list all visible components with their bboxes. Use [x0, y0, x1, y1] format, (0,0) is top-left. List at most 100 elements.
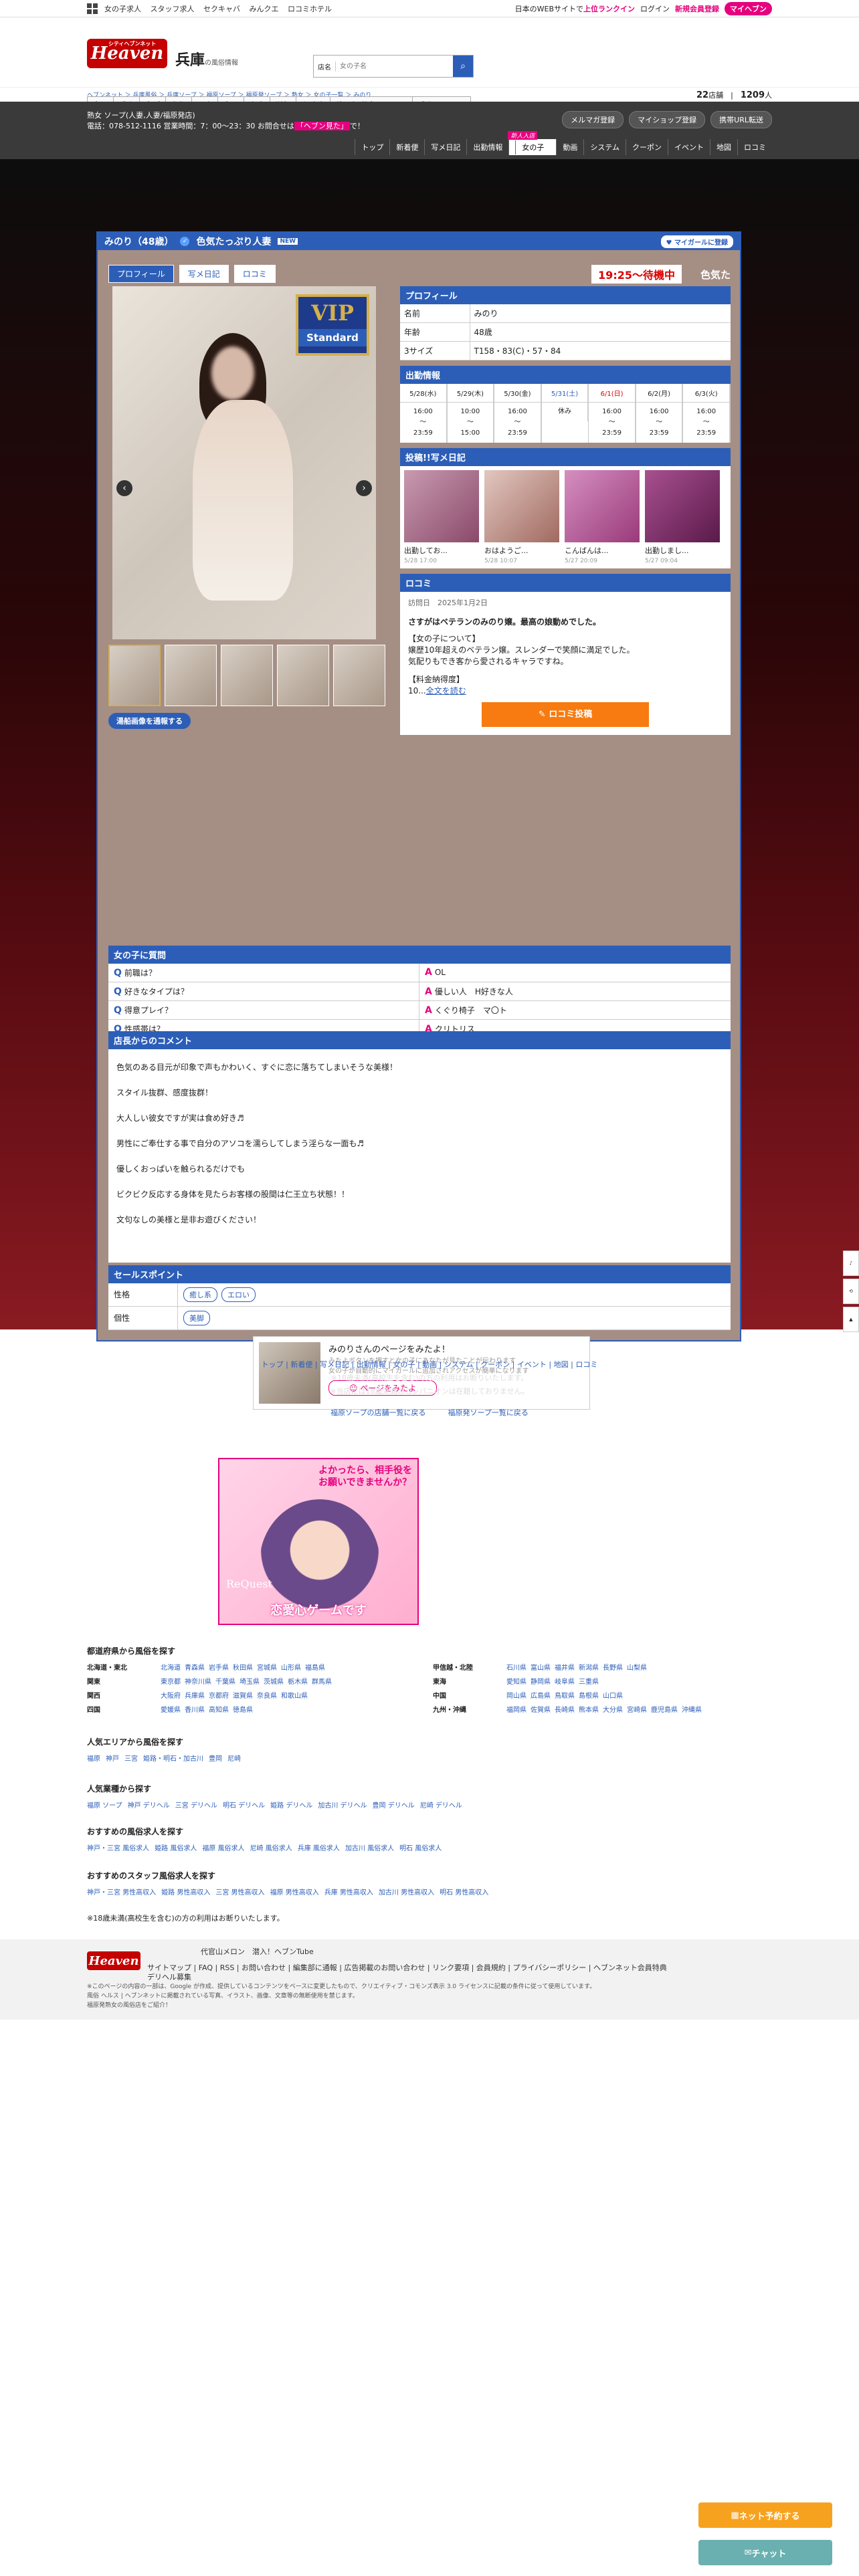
pref-link[interactable]: 長崎県 — [555, 1707, 575, 1714]
pref-link[interactable]: 鳥取県 — [555, 1693, 575, 1700]
mygirl-button[interactable]: ♥ マイガールに登録 — [660, 235, 733, 248]
area-link[interactable]: 姫路・明石・加古川 — [143, 1755, 203, 1763]
job-link[interactable]: 明石 風俗求人 — [399, 1845, 442, 1852]
staff-job-link[interactable]: 福原 男性高収入 — [270, 1889, 319, 1897]
pref-link[interactable]: 佐賀県 — [531, 1707, 551, 1714]
myshop-button[interactable]: マイショップ登録 — [629, 111, 706, 128]
float-top-icon[interactable]: ▲ — [843, 1307, 859, 1332]
area-link[interactable]: 尼崎 — [227, 1755, 241, 1763]
pref-link[interactable]: 愛知県 — [506, 1679, 527, 1686]
pref-link[interactable]: 岩手県 — [209, 1665, 229, 1672]
pref-link[interactable]: 高知県 — [209, 1707, 229, 1714]
pref-link[interactable]: 岡山県 — [506, 1693, 527, 1700]
ad-banner[interactable]: よかったら、相手役をお願いできませんか？ ReQuest 恋愛心ゲームです — [218, 1458, 419, 1625]
pref-link[interactable]: 群馬県 — [312, 1679, 332, 1686]
tab-review[interactable]: ロコミ — [737, 139, 772, 155]
float-bell-icon[interactable]: ♪ — [843, 1251, 859, 1276]
pref-link[interactable]: 福岡県 — [506, 1707, 527, 1714]
pref-link[interactable]: 神奈川県 — [185, 1679, 211, 1686]
tab-system[interactable]: システム — [583, 139, 626, 155]
tab-video[interactable]: 動画 — [556, 139, 583, 155]
thumbnail[interactable] — [165, 645, 217, 706]
heaven-logo[interactable]: シティヘブンネット Heaven — [87, 39, 167, 68]
diary-item[interactable]: おはようご... 5/28 10:07 — [484, 470, 559, 564]
staff-job-link[interactable]: 神戸・三宮 男性高収入 — [87, 1889, 156, 1897]
genre-link[interactable]: 福原 ソープ — [87, 1802, 122, 1810]
diary-item[interactable]: 出勤してお... 5/28 17:00 — [404, 470, 479, 564]
back-to-shops-link[interactable]: 福原ソープの店舗一覧に戻る — [330, 1408, 425, 1417]
genre-link[interactable]: 神戸 デリヘル — [128, 1802, 170, 1810]
staff-job-link[interactable]: 三宮 男性高収入 — [215, 1889, 264, 1897]
top-link-4[interactable]: ロコミホテル — [288, 5, 332, 13]
job-link[interactable]: 尼崎 風俗求人 — [250, 1845, 292, 1852]
pref-link[interactable]: 福島県 — [305, 1665, 325, 1672]
pref-link[interactable]: 宮城県 — [257, 1665, 277, 1672]
login-link[interactable]: ログイン — [640, 3, 670, 14]
chat-button[interactable]: ✉ チャット — [698, 2540, 832, 2565]
top-link-2[interactable]: セクキャバ — [203, 5, 240, 13]
pref-link[interactable]: 兵庫県 — [185, 1693, 205, 1700]
thumbnail[interactable] — [333, 645, 385, 706]
pref-link[interactable]: 広島県 — [531, 1693, 551, 1700]
tab-coupon[interactable]: クーポン — [626, 139, 668, 155]
pref-link[interactable]: 福井県 — [555, 1665, 575, 1672]
genre-link[interactable]: 尼崎 デリヘル — [420, 1802, 462, 1810]
report-bath-button[interactable]: 湯船画像を通報する — [108, 713, 191, 729]
pref-link[interactable]: 熊本県 — [579, 1707, 599, 1714]
pref-link[interactable]: 山梨県 — [627, 1665, 647, 1672]
mailmag-button[interactable]: メルマガ登録 — [562, 111, 624, 128]
area-link[interactable]: 豊岡 — [209, 1755, 222, 1763]
top-link-0[interactable]: 女の子求人 — [104, 5, 141, 13]
staff-job-link[interactable]: 兵庫 男性高収入 — [324, 1889, 373, 1897]
prev-arrow-icon[interactable]: ‹ — [116, 480, 132, 496]
pref-link[interactable]: 秋田県 — [233, 1665, 253, 1672]
register-link[interactable]: 新規会員登録 — [675, 3, 719, 14]
pref-link[interactable]: 鹿児島県 — [651, 1707, 678, 1714]
pref-link[interactable]: 長野県 — [603, 1665, 623, 1672]
sales-chip[interactable]: 癒し系 — [183, 1287, 217, 1302]
pref-link[interactable]: 沖縄県 — [682, 1707, 702, 1714]
main-photo[interactable]: VIP Standard ‹ › — [112, 286, 376, 639]
pref-link[interactable]: 青森県 — [185, 1665, 205, 1672]
search-input[interactable] — [336, 56, 453, 77]
pref-link[interactable]: 岐阜県 — [555, 1679, 575, 1686]
area-link[interactable]: 三宮 — [124, 1755, 138, 1763]
back-to-list-link[interactable]: 福原発ソープ一覧に戻る — [448, 1408, 529, 1417]
pref-link[interactable]: 奈良県 — [257, 1693, 277, 1700]
tab-event[interactable]: イベント — [668, 139, 710, 155]
job-link[interactable]: 姫路 風俗求人 — [155, 1845, 197, 1852]
pref-link[interactable]: 静岡県 — [531, 1679, 551, 1686]
tab-girl-diary[interactable]: 写メ日記 — [179, 265, 229, 283]
job-link[interactable]: 神戸・三宮 風俗求人 — [87, 1845, 149, 1852]
tab-map[interactable]: 地図 — [710, 139, 737, 155]
footer-links[interactable]: トップ | 新着便 | 写メ日記 | 出勤情報 | 女の子 | 動画 | システ… — [0, 1359, 859, 1370]
tab-diary[interactable]: 写メ日記 — [424, 139, 466, 155]
pref-link[interactable]: 滋賀県 — [233, 1693, 253, 1700]
float-history-icon[interactable]: ⟲ — [843, 1279, 859, 1304]
pref-link[interactable]: 島根県 — [579, 1693, 599, 1700]
area-link[interactable]: 福原 — [87, 1755, 100, 1763]
grid-menu-icon[interactable] — [87, 3, 98, 14]
pref-link[interactable]: 茨城県 — [264, 1679, 284, 1686]
staff-job-link[interactable]: 加古川 男性高収入 — [379, 1889, 434, 1897]
pref-link[interactable]: 和歌山県 — [281, 1693, 308, 1700]
staff-job-link[interactable]: 明石 男性高収入 — [440, 1889, 488, 1897]
genre-link[interactable]: 明石 デリヘル — [223, 1802, 265, 1810]
pref-link[interactable]: 栃木県 — [288, 1679, 308, 1686]
area-link[interactable]: 神戸 — [106, 1755, 119, 1763]
tab-top[interactable]: トップ — [355, 139, 389, 155]
pref-link[interactable]: 大阪府 — [161, 1693, 181, 1700]
pref-link[interactable]: 三重県 — [579, 1679, 599, 1686]
tab-profile[interactable]: プロフィール — [108, 265, 174, 283]
pref-link[interactable]: 埼玉県 — [240, 1679, 260, 1686]
tab-new[interactable]: 新着便 — [389, 139, 424, 155]
diary-item[interactable]: 出勤しまし... 5/27 09:04 — [645, 470, 720, 564]
pref-link[interactable]: 富山県 — [531, 1665, 551, 1672]
top-link-3[interactable]: みんクエ — [250, 5, 279, 13]
search-button[interactable]: ⌕ — [453, 56, 473, 77]
thumbnail[interactable] — [108, 645, 161, 706]
sales-chip[interactable]: 美脚 — [183, 1311, 210, 1325]
pref-link[interactable]: 大分県 — [603, 1707, 623, 1714]
genre-link[interactable]: 姫路 デリヘル — [270, 1802, 312, 1810]
pref-link[interactable]: 山口県 — [603, 1693, 623, 1700]
